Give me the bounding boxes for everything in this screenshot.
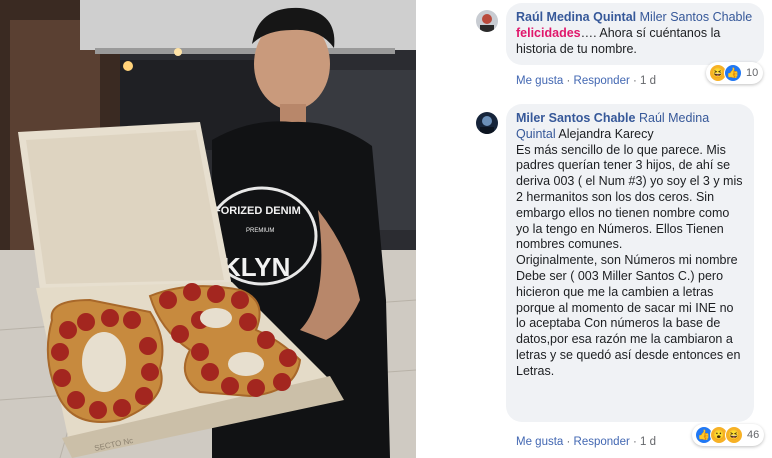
- reaction-count: 46: [747, 429, 760, 441]
- comment-actions: Me gusta · Responder · 1 d: [516, 75, 657, 87]
- comment-highlight: felicidades: [516, 25, 581, 40]
- comment-paragraph-1: Es más sencillo de lo que parece. Mis pa…: [516, 142, 743, 252]
- reply-link[interactable]: Responder: [574, 436, 630, 448]
- shirt-text-top: FORIZED DENIM: [214, 205, 301, 217]
- reactions-summary[interactable]: 😆 👍 10: [706, 62, 764, 84]
- comment-bubble: Raúl Medina Quintal Miler Santos Chable …: [506, 3, 764, 65]
- comment-bubble: Miler Santos Chable Raúl Medina Quintal …: [506, 104, 754, 422]
- like-link[interactable]: Me gusta: [516, 436, 563, 448]
- like-link[interactable]: Me gusta: [516, 75, 563, 87]
- avatar[interactable]: [476, 112, 498, 134]
- comment-author[interactable]: Raúl Medina Quintal: [516, 10, 636, 24]
- like-icon: 👍: [724, 64, 742, 82]
- reaction-count: 10: [746, 67, 759, 79]
- comment-author[interactable]: Miler Santos Chable: [516, 111, 635, 125]
- comment-paragraph-2: Originalmente, son Números mi nombre Deb…: [516, 253, 741, 378]
- reactions-summary[interactable]: 👍 😮 😆 46: [692, 424, 765, 446]
- shirt-text-mid: PREMIUM: [246, 228, 274, 234]
- photo-illustration: FORIZED DENIM PREMIUM KLYN SECTO Nc: [0, 0, 416, 458]
- comment-mention-secondary[interactable]: Alejandra Karecy: [558, 127, 653, 141]
- comment-mention[interactable]: Miler Santos Chable: [640, 10, 753, 24]
- comments-section: Raúl Medina Quintal Miler Santos Chable …: [470, 0, 772, 458]
- shirt-text-bottom: KLYN: [222, 252, 290, 282]
- avatar[interactable]: [476, 10, 498, 32]
- comment-time[interactable]: 1 d: [640, 436, 656, 448]
- comment-time[interactable]: 1 d: [640, 75, 656, 87]
- haha-icon: 😆: [725, 426, 743, 444]
- post-photo: FORIZED DENIM PREMIUM KLYN SECTO Nc: [0, 0, 416, 458]
- comment-actions: Me gusta · Responder · 1 d: [516, 436, 657, 448]
- reply-link[interactable]: Responder: [574, 75, 630, 87]
